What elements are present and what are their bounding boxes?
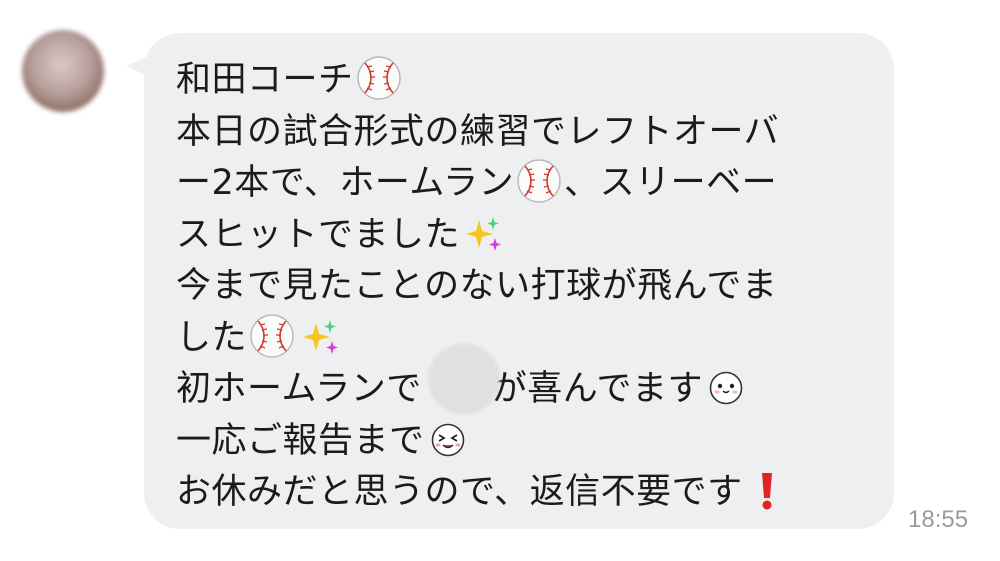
message-text: スヒットでました [176,214,461,255]
sender-name-text: 和田コーチ [176,60,354,100]
message-line: 初ホームランで が喜んでます [176,364,874,416]
message-text: した [176,317,248,358]
message-text: 一応ご報告まで [176,420,425,461]
message-text: 初ホームランで [176,369,422,409]
redaction-blur [428,343,500,415]
message-text: ー2本で、ホームラン [176,163,515,203]
message-line: スヒットでました [176,210,874,262]
message-timestamp: 18:55 [908,506,969,533]
message-text: が喜んでます [491,369,703,409]
baseball-icon [249,313,295,359]
message-text: 、スリーベー [564,163,778,203]
sender-avatar[interactable] [22,30,104,112]
baseball-icon [516,158,562,204]
baseball-icon [356,55,402,101]
message-text: 本日の試合形式の練習でレフトオーバ [176,111,780,152]
message-line: 和田コーチ [176,55,874,107]
chat-view: 和田コーチ 本日の試合形式の練習でレフトオーバ ー2本で、ホームラン 、スリーベー… [0,0,1000,561]
message-line: した [176,313,874,365]
message-line: 一応ご報告まで [176,416,874,468]
message-line: お休みだと思うので、返信不要です [176,467,874,519]
message-text: お休みだと思うので、返信不要です [176,472,743,512]
message-bubble[interactable]: 和田コーチ 本日の試合形式の練習でレフトオーバ ー2本で、ホームラン 、スリーベー… [144,33,894,529]
laughing-face-icon [431,423,465,457]
smiling-face-icon [709,371,743,405]
exclamation-icon [755,471,779,511]
message-text: 今まで見たことのない打球が飛んでま [176,266,778,306]
sparkles-icon [466,216,502,252]
message-line: 今まで見たことのない打球が飛んでま [176,261,874,313]
message-line: 本日の試合形式の練習でレフトオーバ [176,107,874,159]
message-line: ー2本で、ホームラン 、スリーベー [176,158,874,210]
sparkles-icon [303,319,339,355]
